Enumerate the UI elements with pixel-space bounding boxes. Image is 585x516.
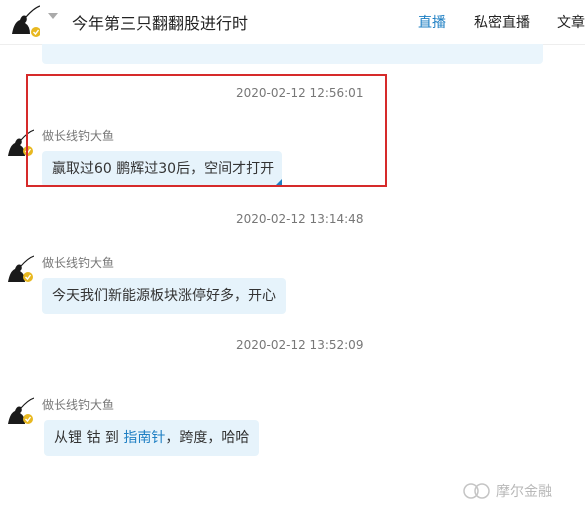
fisherman-avatar-icon[interactable] <box>6 4 40 38</box>
highlight-annotation-box <box>26 74 387 187</box>
fisherman-avatar-icon[interactable] <box>4 254 34 284</box>
message-timestamp: 2020-02-12 13:52:09 <box>236 338 364 352</box>
message-text: 今天我们新能源板块涨停好多，开心 <box>52 288 276 304</box>
message-bubble: 从锂 钴 到 指南针，跨度，哈哈 <box>44 420 259 456</box>
tab-articles[interactable]: 文章 <box>557 12 585 32</box>
fisherman-avatar-icon[interactable] <box>4 396 34 426</box>
sender-name[interactable]: 做长线钓大鱼 <box>42 396 114 413</box>
previous-message-bubble <box>42 44 543 64</box>
message-timestamp: 2020-02-12 13:14:48 <box>236 212 364 226</box>
watermark: 摩尔金融 <box>462 481 552 501</box>
message-text-before: 从锂 钴 到 <box>54 430 124 446</box>
top-bar: 今年第三只翻翻股进行时 直播 私密直播 文章 <box>0 0 585 45</box>
tab-private-live[interactable]: 私密直播 <box>474 12 530 32</box>
message-text-after: ，跨度，哈哈 <box>165 430 250 446</box>
tab-live[interactable]: 直播 <box>418 12 446 32</box>
chevron-down-icon[interactable] <box>48 13 58 19</box>
page-title: 今年第三只翻翻股进行时 <box>72 14 249 33</box>
stock-link[interactable]: 指南针 <box>123 430 165 446</box>
sender-name[interactable]: 做长线钓大鱼 <box>42 254 114 271</box>
watermark-text: 摩尔金融 <box>496 484 552 500</box>
watermark-logo-icon <box>463 483 490 499</box>
message-bubble: 今天我们新能源板块涨停好多，开心 <box>42 278 286 314</box>
